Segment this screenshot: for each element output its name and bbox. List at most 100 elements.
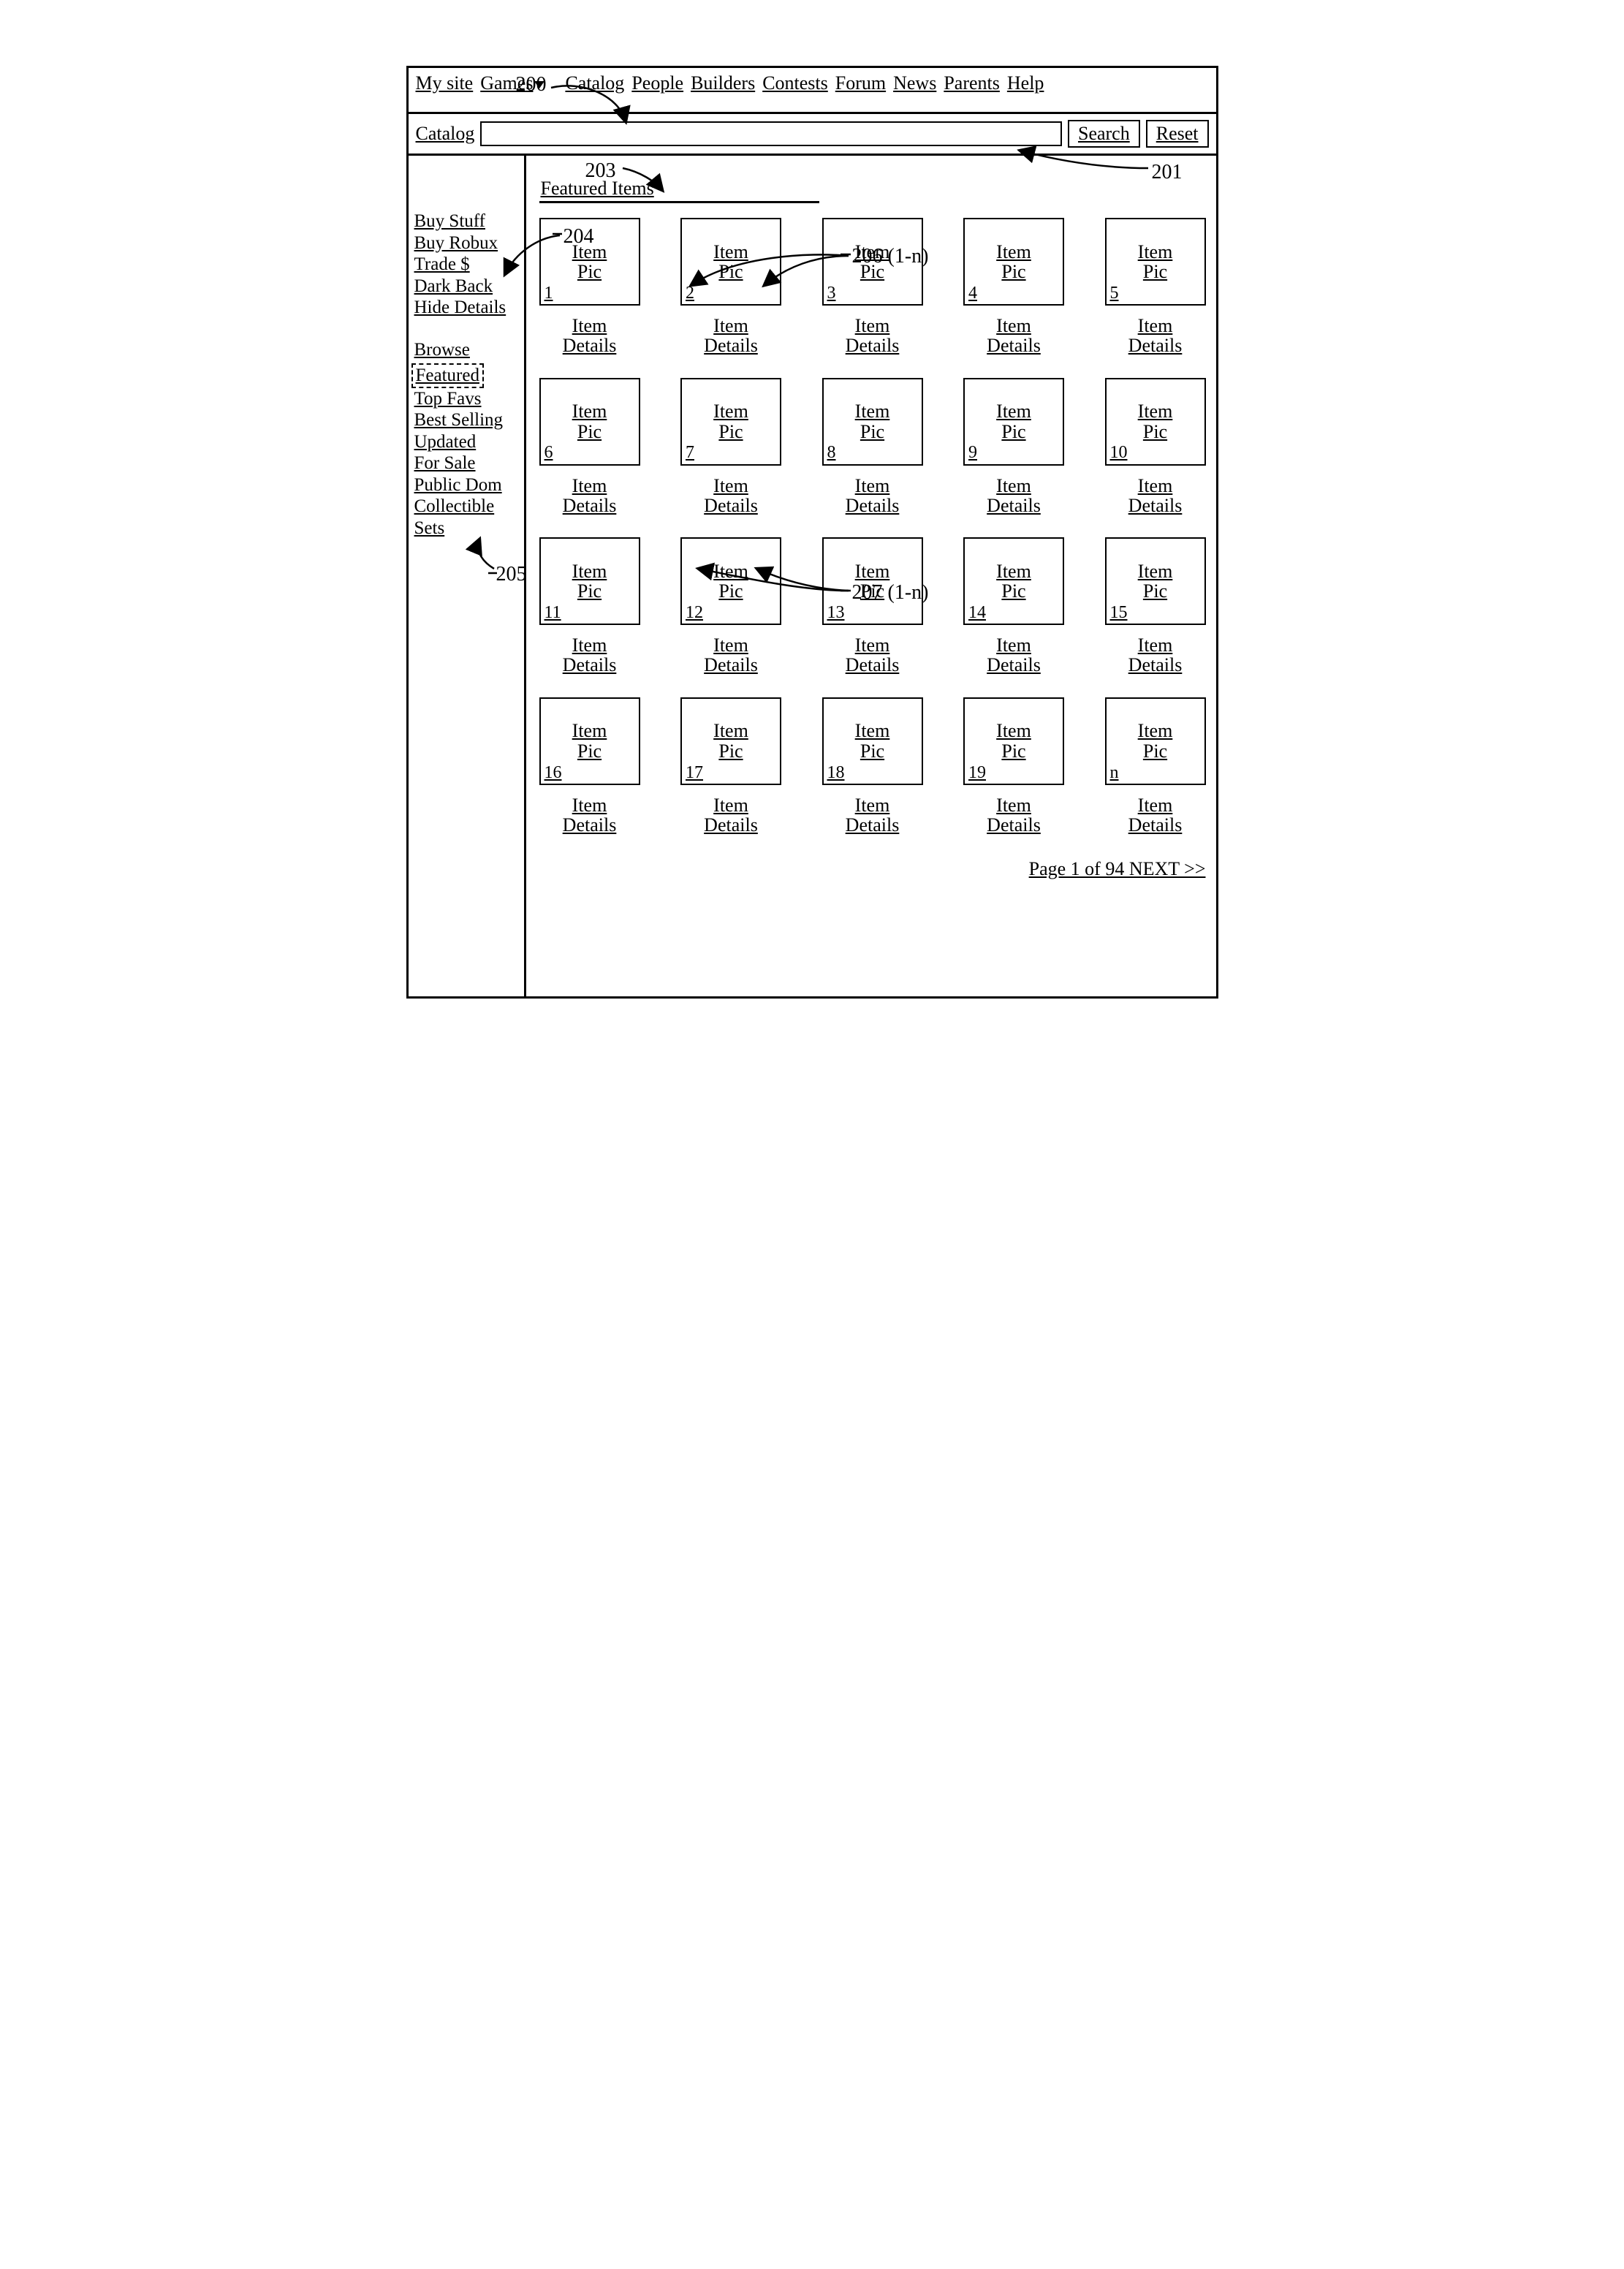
sidebar-browse-header[interactable]: Browse <box>414 339 521 361</box>
sidebar-trade[interactable]: Trade $ <box>414 254 521 276</box>
item-pic[interactable]: ItemPic2 <box>680 218 781 306</box>
sidebar-hidedetails[interactable]: Hide Details <box>414 297 521 319</box>
item-details[interactable]: ItemDetails <box>539 635 640 675</box>
item-details-l2: Details <box>539 496 640 515</box>
item-pic-label2: Pic <box>577 741 602 761</box>
nav-contests[interactable]: Contests <box>762 72 828 94</box>
sidebar-featured[interactable]: Featured <box>416 365 479 387</box>
details-row: ItemDetailsItemDetailsItemDetailsItemDet… <box>539 311 1206 356</box>
item-pic-label1: Item <box>996 561 1031 581</box>
item-pic[interactable]: ItemPic15 <box>1105 537 1206 625</box>
nav-builders[interactable]: Builders <box>691 72 755 94</box>
item-details[interactable]: ItemDetails <box>1105 635 1206 675</box>
item-details[interactable]: ItemDetails <box>680 795 781 836</box>
item-details-l1: Item <box>963 476 1064 496</box>
item-pic[interactable]: ItemPic1 <box>539 218 640 306</box>
item-details-l2: Details <box>1105 815 1206 835</box>
item-number: 16 <box>545 764 562 782</box>
sidebar-forsale[interactable]: For Sale <box>414 452 521 474</box>
item-details[interactable]: ItemDetails <box>822 476 923 516</box>
item-pic-label1: Item <box>713 242 748 262</box>
item-pic-label1: Item <box>855 721 890 740</box>
sidebar-buyrobux[interactable]: Buy Robux <box>414 232 521 254</box>
item-pic[interactable]: ItemPic11 <box>539 537 640 625</box>
item-pic[interactable]: ItemPic17 <box>680 697 781 785</box>
item-pic[interactable]: ItemPic10 <box>1105 378 1206 466</box>
item-details[interactable]: ItemDetails <box>539 476 640 516</box>
item-cell: ItemPic18 <box>822 697 923 785</box>
sidebar-bestselling[interactable]: Best Selling <box>414 409 521 431</box>
nav-news[interactable]: News <box>893 72 936 94</box>
item-details[interactable]: ItemDetails <box>963 635 1064 675</box>
item-number: n <box>1110 764 1119 782</box>
item-cell: ItemPic12 <box>680 537 781 625</box>
item-cell: ItemPic13 <box>822 537 923 625</box>
pager[interactable]: Page 1 of 94 NEXT >> <box>539 851 1206 880</box>
sidebar-publicdom[interactable]: Public Dom <box>414 474 521 496</box>
details-row: ItemDetails ItemDetails ItemDetails ItemDet… <box>539 631 1206 675</box>
item-details-l2: Details <box>963 336 1064 355</box>
item-pic[interactable]: ItemPic9 <box>963 378 1064 466</box>
item-details[interactable]: ItemDetails <box>822 635 923 675</box>
item-number: 5 <box>1110 284 1119 303</box>
item-cell: ItemPic5 <box>1105 218 1206 306</box>
item-details[interactable]: ItemDetails <box>1105 795 1206 836</box>
sidebar-topfavs[interactable]: Top Favs <box>414 388 521 410</box>
item-details-l1: Item <box>963 316 1064 336</box>
item-cell: ItemPic4 <box>963 218 1064 306</box>
item-cell: ItemPic14 <box>963 537 1064 625</box>
item-pic-label1: Item <box>1138 401 1173 421</box>
item-number: 19 <box>968 764 986 782</box>
item-details-l1: Item <box>822 316 923 336</box>
item-details[interactable]: ItemDetails <box>680 316 781 356</box>
item-pic[interactable]: ItemPic13 <box>822 537 923 625</box>
nav-help[interactable]: Help <box>1007 72 1044 94</box>
search-input[interactable] <box>480 121 1062 146</box>
item-pic[interactable]: ItemPic6 <box>539 378 640 466</box>
sidebar-collectible[interactable]: Collectible <box>414 496 521 518</box>
item-pic-label2: Pic <box>577 422 602 442</box>
item-pic[interactable]: ItemPic3 <box>822 218 923 306</box>
nav-mysite[interactable]: My site <box>416 72 474 94</box>
item-pic[interactable]: ItemPic14 <box>963 537 1064 625</box>
item-number: 10 <box>1110 444 1128 462</box>
item-cell: ItemPic6 <box>539 378 640 466</box>
sidebar-darkback[interactable]: Dark Back <box>414 276 521 298</box>
item-details[interactable]: ItemDetails <box>963 795 1064 836</box>
item-pic[interactable]: ItemPic7 <box>680 378 781 466</box>
item-pic[interactable]: ItemPic18 <box>822 697 923 785</box>
item-details[interactable]: ItemDetails <box>822 316 923 356</box>
item-pic[interactable]: ItemPic19 <box>963 697 1064 785</box>
item-details[interactable]: ItemDetails <box>680 476 781 516</box>
sidebar-buystuff[interactable]: Buy Stuff <box>414 211 521 232</box>
item-pic[interactable]: ItemPic12 <box>680 537 781 625</box>
sidebar-updated[interactable]: Updated <box>414 431 521 453</box>
item-details-l2: Details <box>1105 655 1206 675</box>
nav-forum[interactable]: Forum <box>835 72 886 94</box>
sidebar-sets[interactable]: Sets <box>414 518 521 539</box>
item-details[interactable]: ItemDetails <box>539 795 640 836</box>
item-pic-label1: Item <box>996 242 1031 262</box>
search-button[interactable]: Search <box>1068 120 1140 148</box>
item-details[interactable]: ItemDetails <box>1105 316 1206 356</box>
item-pic[interactable]: ItemPic4 <box>963 218 1064 306</box>
item-details[interactable]: ItemDetails <box>539 316 640 356</box>
item-details[interactable]: ItemDetails <box>822 795 923 836</box>
item-pic-label1: Item <box>713 561 748 581</box>
item-details[interactable]: ItemDetails <box>1105 476 1206 516</box>
reset-button[interactable]: Reset <box>1146 120 1209 148</box>
item-pic[interactable]: ItemPic16 <box>539 697 640 785</box>
item-details[interactable]: ItemDetails <box>680 635 781 675</box>
nav-people[interactable]: People <box>631 72 683 94</box>
item-details[interactable]: ItemDetails <box>963 316 1064 356</box>
nav-catalog[interactable]: Catalog <box>565 72 624 94</box>
item-pic[interactable]: ItemPic5 <box>1105 218 1206 306</box>
item-pic[interactable]: ItemPicn <box>1105 697 1206 785</box>
item-pic-label2: Pic <box>1001 262 1025 281</box>
item-pic-label2: Pic <box>1001 741 1025 761</box>
item-pic[interactable]: ItemPic8 <box>822 378 923 466</box>
nav-parents[interactable]: Parents <box>944 72 1000 94</box>
item-pic-label1: Item <box>855 242 890 262</box>
item-pic-label1: Item <box>855 561 890 581</box>
item-details[interactable]: ItemDetails <box>963 476 1064 516</box>
